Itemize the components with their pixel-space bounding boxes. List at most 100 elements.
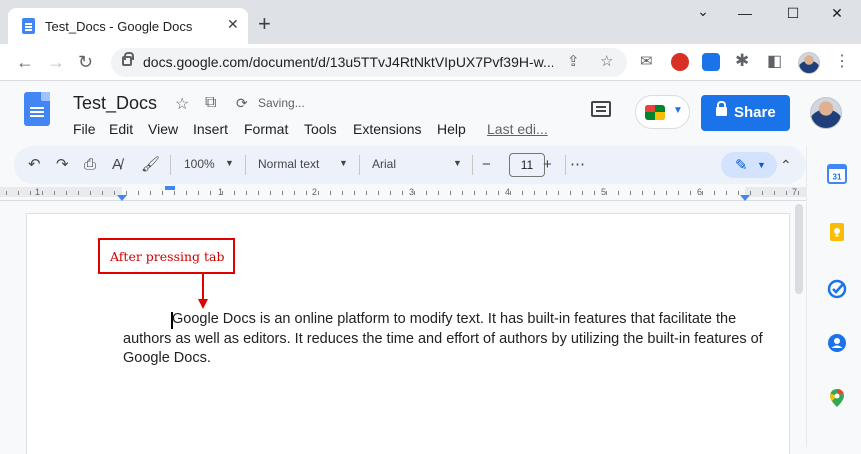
share-button[interactable]: Share xyxy=(701,95,790,131)
contacts-icon[interactable] xyxy=(827,333,847,353)
scrollbar-thumb[interactable] xyxy=(795,204,803,294)
side-panel-icon[interactable]: ◧ xyxy=(767,51,782,71)
tab-search-icon[interactable]: ⌄ xyxy=(680,0,726,22)
profile-avatar[interactable] xyxy=(798,52,820,74)
reload-icon[interactable]: ↻ xyxy=(78,50,93,74)
redo-icon[interactable]: ↷ xyxy=(56,155,69,175)
ruler-tick xyxy=(234,191,235,195)
menu-insert[interactable]: Insert xyxy=(193,121,228,137)
tab-close-icon[interactable]: ✕ xyxy=(227,16,239,33)
keep-icon[interactable] xyxy=(827,222,847,242)
undo-icon[interactable]: ↶ xyxy=(28,155,41,175)
editing-mode-button[interactable]: ✎ ▼ xyxy=(721,152,777,178)
menu-view[interactable]: View xyxy=(148,121,178,137)
document-canvas: After pressing tab Google Docs is an onl… xyxy=(0,202,806,454)
ruler-tick xyxy=(342,191,343,195)
ruler-tick xyxy=(258,191,259,195)
forward-icon[interactable]: → xyxy=(47,50,65,74)
move-folder-icon[interactable]: ⧉ xyxy=(205,94,216,112)
menu-help[interactable]: Help xyxy=(437,121,466,137)
font-size-input[interactable]: 11 xyxy=(509,153,545,177)
menu-format[interactable]: Format xyxy=(244,121,288,137)
maps-icon[interactable] xyxy=(827,388,847,408)
ruler-tick xyxy=(378,191,379,195)
chevron-down-icon[interactable]: ▼ xyxy=(339,158,348,168)
vertical-scrollbar[interactable] xyxy=(792,202,806,447)
right-indent-marker[interactable] xyxy=(740,195,750,201)
font-select[interactable]: Arial xyxy=(372,157,396,171)
ruler-tick xyxy=(354,191,355,195)
browser-menu-icon[interactable]: ⋮ xyxy=(834,51,850,71)
url-text[interactable]: docs.google.com/document/d/13u5TTvJ4RtNk… xyxy=(143,54,553,70)
document-title[interactable]: Test_Docs xyxy=(73,93,157,114)
minimize-button[interactable]: — xyxy=(722,2,768,24)
meet-camera-icon xyxy=(645,105,665,120)
maximize-button[interactable]: ☐ xyxy=(770,2,816,24)
menu-extensions[interactable]: Extensions xyxy=(353,121,421,137)
decrease-font-size-button[interactable]: − xyxy=(482,155,491,175)
print-icon[interactable]: ⎙ xyxy=(84,155,96,175)
ruler-tick xyxy=(222,191,223,195)
browser-tab[interactable]: Test_Docs - Google Docs ✕ xyxy=(8,8,248,44)
paint-format-icon[interactable]: 🖌 xyxy=(141,155,160,175)
menu-edit[interactable]: Edit xyxy=(109,121,133,137)
first-line-indent-marker[interactable] xyxy=(165,186,175,190)
annotation-arrow-head xyxy=(198,299,208,309)
ruler-tick xyxy=(690,191,691,195)
ruler-tick xyxy=(282,191,283,195)
address-bar[interactable]: docs.google.com/document/d/13u5TTvJ4RtNk… xyxy=(111,48,627,77)
ruler-tick xyxy=(366,191,367,195)
ruler-tick xyxy=(114,191,115,195)
ruler-tick xyxy=(606,191,607,195)
last-edit-link[interactable]: Last edi... xyxy=(487,121,548,137)
docs-extension-icon[interactable] xyxy=(702,53,720,71)
meet-button[interactable]: ▼ xyxy=(635,95,690,129)
docs-header: Test_Docs ☆ ⧉ ⟳ Saving... File Edit View… xyxy=(0,82,861,146)
spellcheck-icon[interactable]: A̸ xyxy=(112,155,122,175)
ruler-tick xyxy=(30,191,31,195)
extensions-puzzle-icon[interactable]: ✱ xyxy=(735,51,749,71)
lock-icon xyxy=(716,101,727,116)
comment-history-icon[interactable] xyxy=(591,101,611,117)
chevron-down-icon[interactable]: ▼ xyxy=(453,158,462,168)
menu-tools[interactable]: Tools xyxy=(304,121,337,137)
bookmark-star-icon[interactable]: ☆ xyxy=(600,52,613,70)
chevron-down-icon[interactable]: ▼ xyxy=(225,158,234,168)
ruler-tick xyxy=(78,191,79,195)
ruler-tick xyxy=(786,191,787,195)
docs-logo-icon[interactable] xyxy=(24,92,50,126)
document-page[interactable]: After pressing tab Google Docs is an onl… xyxy=(27,214,789,454)
close-window-button[interactable]: ✕ xyxy=(814,2,860,24)
toolbar-divider xyxy=(565,155,566,175)
star-icon[interactable]: ☆ xyxy=(175,94,189,114)
left-indent-marker[interactable] xyxy=(117,195,127,201)
ruler-tick xyxy=(198,191,199,195)
mail-extension-icon[interactable]: ✉ xyxy=(640,52,653,70)
back-icon[interactable]: ← xyxy=(16,50,34,74)
annotation-box: After pressing tab xyxy=(98,238,235,274)
menu-file[interactable]: File xyxy=(73,121,96,137)
calendar-icon[interactable]: 31 xyxy=(827,164,847,184)
adblock-extension-icon[interactable] xyxy=(671,53,689,71)
ruler-tick xyxy=(762,191,763,195)
share-page-icon[interactable]: ⇪ xyxy=(567,52,580,70)
style-select[interactable]: Normal text xyxy=(258,157,319,171)
account-avatar[interactable] xyxy=(810,97,842,129)
collapse-menus-icon[interactable]: ⌃ xyxy=(780,155,792,175)
ruler-tick xyxy=(162,191,163,195)
ruler-tick xyxy=(654,191,655,195)
increase-font-size-button[interactable]: + xyxy=(543,155,552,175)
tasks-icon[interactable] xyxy=(827,279,847,299)
lock-icon[interactable] xyxy=(122,52,134,66)
side-panel: 31 xyxy=(806,146,861,447)
ruler-tick xyxy=(306,191,307,195)
more-options-icon[interactable]: ⋯ xyxy=(570,155,585,175)
document-paragraph[interactable]: Google Docs is an online platform to mod… xyxy=(123,310,763,369)
new-tab-button[interactable]: + xyxy=(258,13,271,35)
ruler[interactable]: 1 1 2 3 4 5 6 7 xyxy=(0,184,806,201)
ruler-tick xyxy=(678,191,679,195)
toolbar-divider xyxy=(245,155,246,175)
ruler-tick xyxy=(270,191,271,195)
ruler-tick xyxy=(666,191,667,195)
zoom-select[interactable]: 100% xyxy=(184,157,215,171)
